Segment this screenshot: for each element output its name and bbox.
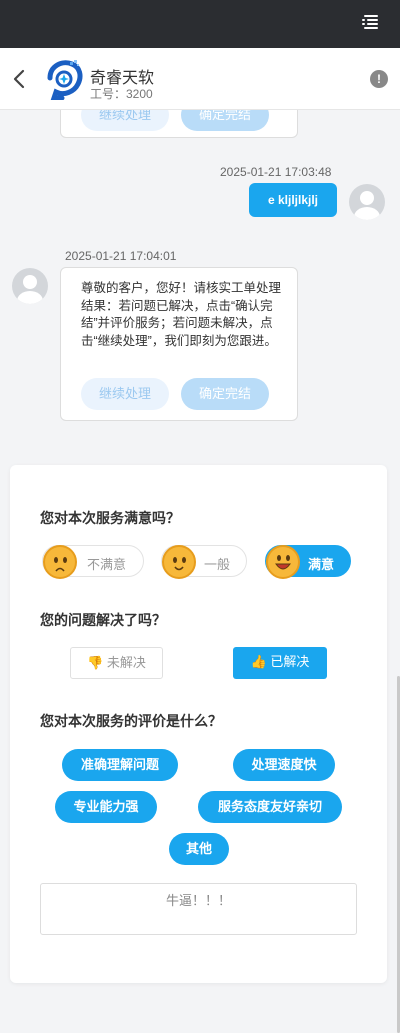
message-time: 2025-01-21 17:04:01 [65,249,177,263]
tag-friendly-attitude[interactable]: 服务态度友好亲切 [198,791,342,823]
comment-textarea[interactable]: 牛逼！！！ [40,883,357,935]
top-bar [0,0,400,48]
sad-face-icon [43,545,77,579]
agent-message-text: 尊敬的客户，您好！请核实工单处理结果：若问题已解决，点击“确认完结”并评价服务；… [81,281,282,348]
feedback-panel: 您对本次服务满意吗？ 不满意 一般 满意 您的问题解决了吗？ 👎 未解决 👍 已… [10,465,387,983]
info-icon[interactable]: ! [370,70,388,88]
tag-accurate-understanding[interactable]: 准确理解问题 [62,749,178,781]
job-number: 工号：3200 [90,87,153,101]
continue-button[interactable]: 继续处理 [81,378,169,410]
previous-message-card: 继续处理 确定完结 [60,110,298,138]
user-avatar [349,184,385,220]
unresolved-button[interactable]: 👎 未解决 [70,647,163,679]
rating-label: 一般 [204,557,231,572]
rating-label: 满意 [308,557,335,572]
message-time: 2025-01-21 17:03:48 [220,165,332,179]
evaluation-question: 您对本次服务的评价是什么？ [40,713,222,729]
agent-message-card: 尊敬的客户，您好！请核实工单处理结果：若问题已解决，点击“确认完结”并评价服务；… [60,267,298,421]
resolved-question: 您的问题解决了吗？ [40,612,166,628]
user-message-bubble: e kljljlkjlj [249,183,337,217]
rating-label: 不满意 [87,557,127,572]
tag-professional[interactable]: 专业能力强 [55,791,157,823]
rating-unsatisfied[interactable]: 不满意 [42,545,144,579]
continue-button[interactable]: 继续处理 [81,110,169,131]
agent-avatar [12,268,48,304]
rating-satisfied[interactable]: 满意 [265,545,351,579]
confirm-button[interactable]: 确定完结 [181,378,269,410]
chat-header: 奇睿天软 工号：3200 ! [0,48,400,110]
tag-other[interactable]: 其他 [169,833,229,865]
menu-icon[interactable] [362,14,378,30]
satisfaction-question: 您对本次服务满意吗？ [40,510,180,526]
back-arrow-icon[interactable] [10,68,30,90]
company-logo [47,60,83,100]
rating-neutral[interactable]: 一般 [161,545,247,579]
tag-fast-processing[interactable]: 处理速度快 [233,749,335,781]
grin-face-icon [266,545,300,579]
resolved-button[interactable]: 👍 已解决 [233,647,327,679]
smile-face-icon [162,545,196,579]
chat-area: 继续处理 确定完结 2025-01-21 17:03:48 e kljljlkj… [0,110,400,455]
confirm-button[interactable]: 确定完结 [181,110,269,131]
